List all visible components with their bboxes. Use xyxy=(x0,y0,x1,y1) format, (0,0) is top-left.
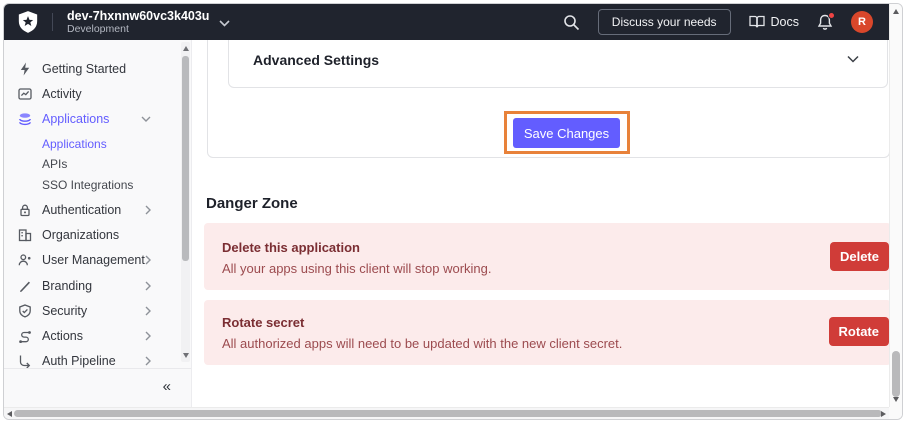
book-icon xyxy=(749,15,765,29)
sidebar-item-security[interactable]: Security xyxy=(4,301,181,321)
sidebar-footer: « xyxy=(4,368,191,407)
scroll-down-arrow-icon[interactable] xyxy=(183,353,189,358)
page-vertical-scrollbar[interactable] xyxy=(889,4,902,407)
shield-check-icon xyxy=(18,304,32,318)
lock-icon xyxy=(18,203,32,217)
sidebar-scrollbar-thumb[interactable] xyxy=(182,56,189,261)
user-avatar[interactable]: R xyxy=(851,11,873,33)
scrollbar-corner xyxy=(889,407,902,419)
vertical-scrollbar-thumb[interactable] xyxy=(892,351,900,397)
bolt-icon xyxy=(18,62,32,76)
tenant-name: dev-7hxnnw60vc3k403u xyxy=(67,9,209,23)
chevron-right-icon xyxy=(145,306,151,316)
sidebar-item-organizations[interactable]: Organizations xyxy=(4,225,181,245)
advanced-settings-label: Advanced Settings xyxy=(253,52,379,68)
sidebar-item-label: Security xyxy=(42,304,87,318)
activity-icon xyxy=(18,87,32,101)
sidebar-scroll-area: Getting Started Activity Applications xyxy=(4,40,191,368)
sidebar-item-auth-pipeline[interactable]: Auth Pipeline xyxy=(4,351,181,368)
sidebar-item-authentication[interactable]: Authentication xyxy=(4,200,181,220)
chevron-right-icon xyxy=(145,356,151,366)
chevron-right-icon xyxy=(145,331,151,341)
sidebar-item-applications-group[interactable]: Applications xyxy=(4,109,181,129)
chevron-down-icon[interactable] xyxy=(219,20,230,27)
sidebar-item-label: Branding xyxy=(42,279,92,293)
search-icon[interactable] xyxy=(563,14,580,31)
sidebar-item-activity[interactable]: Activity xyxy=(4,84,181,104)
sidebar-item-label: Activity xyxy=(42,87,82,101)
topbar-divider xyxy=(52,13,53,31)
pipeline-icon xyxy=(18,354,32,368)
rotate-button[interactable]: Rotate xyxy=(829,317,889,346)
sidebar-item-branding[interactable]: Branding xyxy=(4,276,181,296)
scroll-up-arrow-icon[interactable] xyxy=(183,46,189,51)
panel-description: All your apps using this client will sto… xyxy=(222,261,492,276)
sidebar-item-label: Organizations xyxy=(42,228,119,242)
discuss-your-needs-button[interactable]: Discuss your needs xyxy=(598,9,731,35)
browser-window: dev-7hxnnw60vc3k403u Development Discuss… xyxy=(3,3,903,420)
chevron-down-icon xyxy=(141,116,151,122)
notification-dot xyxy=(828,12,835,19)
sidebar-subitem-apis[interactable]: APIs xyxy=(4,154,181,174)
sidebar-scrollbar[interactable] xyxy=(181,42,190,362)
user-icon xyxy=(18,253,32,267)
sidebar-subitem-applications[interactable]: Applications xyxy=(4,134,181,154)
sidebar-subitem-sso-integrations[interactable]: SSO Integrations xyxy=(4,175,181,195)
tenant-environment: Development xyxy=(67,23,209,35)
sidebar-item-label: User Management xyxy=(42,253,145,267)
tenant-switcher[interactable]: dev-7hxnnw60vc3k403u Development xyxy=(67,9,209,35)
delete-application-panel: Delete this application All your apps us… xyxy=(204,223,889,290)
main-content: Advanced Settings Save Changes Danger Zo… xyxy=(192,40,889,407)
sidebar-item-label: Authentication xyxy=(42,203,121,217)
scroll-up-arrow-icon[interactable] xyxy=(893,9,899,14)
chevron-right-icon xyxy=(145,205,151,215)
sidebar: Getting Started Activity Applications xyxy=(4,40,192,407)
docs-link[interactable]: Docs xyxy=(749,15,799,29)
sidebar-collapse-button[interactable]: « xyxy=(163,378,171,395)
sidebar-item-label: Applications xyxy=(42,112,109,126)
sidebar-item-getting-started[interactable]: Getting Started xyxy=(4,59,181,79)
horizontal-scrollbar-thumb[interactable] xyxy=(14,410,882,417)
annotation-highlight-box xyxy=(504,111,630,154)
top-navigation-bar: dev-7hxnnw60vc3k403u Development Discuss… xyxy=(4,4,889,40)
chevron-down-icon[interactable] xyxy=(847,55,859,63)
sidebar-item-label: Getting Started xyxy=(42,62,126,76)
settings-card: Advanced Settings Save Changes xyxy=(207,40,889,158)
scroll-right-arrow-icon[interactable] xyxy=(881,411,886,417)
auth0-logo-icon[interactable] xyxy=(18,11,38,33)
page-horizontal-scrollbar[interactable] xyxy=(4,407,889,419)
scroll-down-arrow-icon[interactable] xyxy=(893,397,899,402)
applications-icon xyxy=(18,112,32,126)
sidebar-item-actions[interactable]: Actions xyxy=(4,326,181,346)
sidebar-item-label: Actions xyxy=(42,329,83,343)
organization-icon xyxy=(18,228,32,242)
sidebar-item-label: Auth Pipeline xyxy=(42,354,116,368)
notifications-bell-icon[interactable] xyxy=(817,14,833,31)
danger-zone-title: Danger Zone xyxy=(206,195,298,212)
rotate-secret-panel: Rotate secret All authorized apps will n… xyxy=(204,300,889,365)
actions-icon xyxy=(18,329,32,343)
brush-icon xyxy=(18,279,32,293)
advanced-settings-accordion[interactable]: Advanced Settings xyxy=(228,40,888,88)
chevron-right-icon xyxy=(145,255,151,265)
sidebar-item-user-management[interactable]: User Management xyxy=(4,250,181,270)
panel-description: All authorized apps will need to be upda… xyxy=(222,336,622,351)
sidebar-item-label: Applications xyxy=(42,137,107,151)
auth0-dashboard: dev-7hxnnw60vc3k403u Development Discuss… xyxy=(4,4,889,407)
panel-title: Rotate secret xyxy=(222,315,304,330)
sidebar-item-label: APIs xyxy=(42,157,67,171)
scroll-left-arrow-icon[interactable] xyxy=(7,411,12,417)
sidebar-item-label: SSO Integrations xyxy=(42,178,133,192)
delete-button[interactable]: Delete xyxy=(830,242,889,271)
chevron-right-icon xyxy=(145,281,151,291)
docs-label: Docs xyxy=(771,15,799,29)
panel-title: Delete this application xyxy=(222,240,360,255)
